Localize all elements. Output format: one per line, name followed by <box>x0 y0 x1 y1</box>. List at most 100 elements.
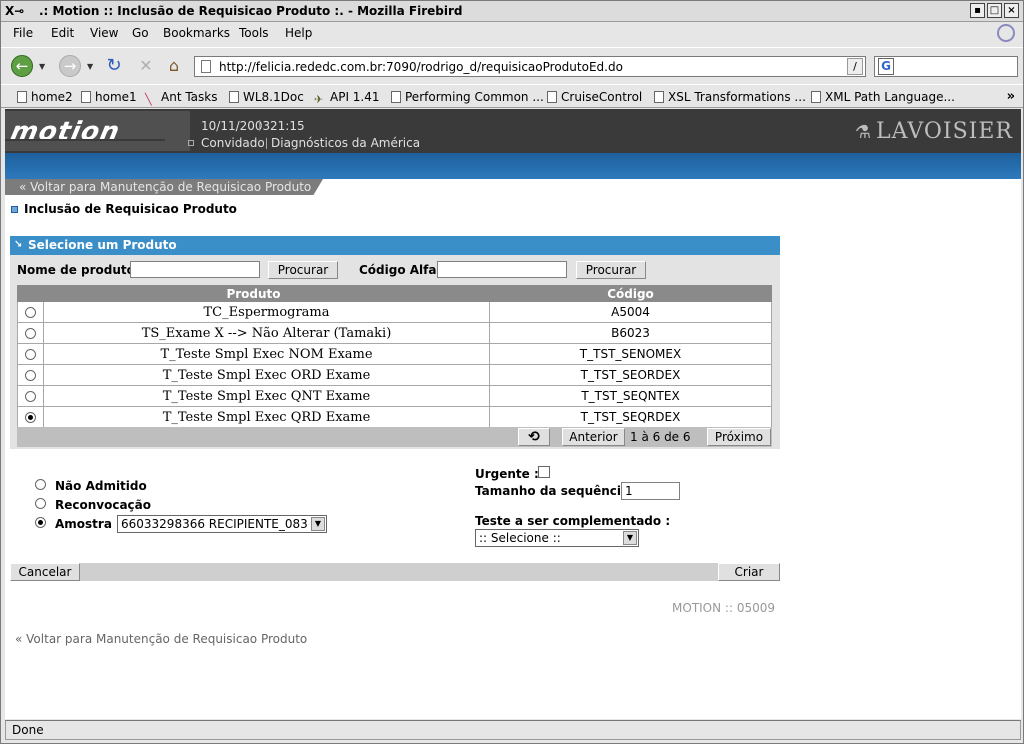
row-produto: T_Teste Smpl Exec QRD Exame <box>43 406 490 428</box>
menu-go[interactable]: Go <box>132 26 149 40</box>
table-row[interactable]: T_Teste Smpl Exec QRD Exame T_TST_SEQRDEX <box>17 406 772 428</box>
stop-icon[interactable]: ✕ <box>135 55 157 77</box>
bookmark-performing-common[interactable]: Performing Common ... <box>391 90 544 104</box>
amostra-select[interactable]: 66033298366 RECIPIENTE_083 ▼ <box>117 515 327 533</box>
product-name-input[interactable] <box>130 261 260 278</box>
back-link-bottom[interactable]: « Voltar para Manutenção de Requisicao P… <box>15 632 307 646</box>
menu-file[interactable]: File <box>13 26 33 40</box>
row-radio[interactable] <box>25 411 36 423</box>
menu-help[interactable]: Help <box>285 26 312 40</box>
url-text[interactable]: http://felicia.rededc.com.br:7090/rodrig… <box>219 60 623 74</box>
reconvocacao-label: Reconvocação <box>55 498 152 512</box>
row-radio[interactable] <box>25 348 36 360</box>
menu-bookmarks[interactable]: Bookmarks <box>163 26 230 40</box>
bookmark-label: home2 <box>31 90 73 104</box>
header-organization: Diagnósticos da América <box>271 136 421 150</box>
bookmark-api141[interactable]: ✈ API 1.41 <box>314 90 380 106</box>
forward-history-dropdown-icon[interactable]: ▼ <box>87 62 93 71</box>
chevron-down-icon[interactable]: ▼ <box>311 517 325 531</box>
bookmark-cruisecontrol[interactable]: CruiseControl <box>547 90 642 104</box>
search-code-button[interactable]: Procurar <box>576 261 646 279</box>
table-row[interactable]: T_Teste Smpl Exec ORD Exame T_TST_SEORDEX <box>17 364 772 386</box>
row-select-radio-cell[interactable] <box>17 301 44 323</box>
back-link-label: Voltar para Manutenção de Requisicao Pro… <box>26 632 308 646</box>
back-link-bar[interactable]: « Voltar para Manutenção de Requisicao P… <box>5 179 323 195</box>
header-user: Convidado <box>201 136 265 150</box>
row-codigo: B6023 <box>489 322 772 344</box>
title-bar[interactable]: X⊸ .: Motion :: Inclusão de Requisicao P… <box>1 1 1023 22</box>
alpha-code-label: Código Alfa : <box>359 263 446 277</box>
row-radio[interactable] <box>25 390 36 402</box>
urgente-checkbox[interactable] <box>538 466 550 478</box>
status-text: Done <box>12 723 44 737</box>
navigation-toolbar: ← ▼ → ▼ ↻ ✕ ⌂ http://felicia.rededc.com.… <box>1 47 1023 83</box>
row-select-radio-cell[interactable] <box>17 343 44 365</box>
close-button[interactable]: × <box>1004 3 1019 18</box>
menu-view[interactable]: View <box>90 26 118 40</box>
motion-logo: motion <box>5 111 190 151</box>
window-title: .: Motion :: Inclusão de Requisicao Prod… <box>39 4 463 18</box>
create-button[interactable]: Criar <box>718 563 780 581</box>
reload-icon[interactable]: ↻ <box>103 55 125 77</box>
back-link-label: Voltar para Manutenção de Requisicao Pro… <box>30 180 312 194</box>
page-icon <box>811 91 821 103</box>
feather-icon: ✈ <box>314 93 324 106</box>
bookmark-ant-tasks[interactable]: ╲ Ant Tasks <box>145 90 217 106</box>
next-page-button[interactable]: Próximo <box>707 428 771 446</box>
more-bookmarks-chevron-icon[interactable]: » <box>1007 89 1015 104</box>
teste-complementado-select[interactable]: :: Selecione :: ▼ <box>475 529 639 547</box>
page-icon <box>391 91 401 103</box>
search-product-button[interactable]: Procurar <box>268 261 338 279</box>
collapse-arrow-icon[interactable]: ↘ <box>14 239 22 250</box>
bookmark-home2[interactable]: home2 <box>17 90 73 104</box>
page-content: motion 10/11/2003 21:15 Convidado Diagnó… <box>5 109 1021 719</box>
header-time: 21:15 <box>270 119 305 133</box>
back-history-dropdown-icon[interactable]: ▼ <box>39 62 45 71</box>
row-select-radio-cell[interactable] <box>17 406 44 428</box>
search-box[interactable]: G <box>874 56 1018 77</box>
menu-edit[interactable]: Edit <box>51 26 74 40</box>
go-icon[interactable]: / <box>847 58 863 75</box>
page-icon <box>229 91 239 103</box>
row-select-radio-cell[interactable] <box>17 385 44 407</box>
row-codigo: A5004 <box>489 301 772 323</box>
bookmark-xsl-transformations[interactable]: XSL Transformations ... <box>654 90 806 104</box>
row-radio[interactable] <box>25 306 36 318</box>
bookmark-home1[interactable]: home1 <box>81 90 137 104</box>
row-radio[interactable] <box>25 369 36 381</box>
reconvocacao-radio[interactable] <box>35 498 46 509</box>
app-menu-icon[interactable]: X⊸ <box>5 4 24 18</box>
maximize-button[interactable]: □ <box>987 3 1002 18</box>
home-icon[interactable]: ⌂ <box>163 55 185 77</box>
teste-complementado-label: Teste a ser complementado : <box>475 514 671 528</box>
chevron-down-icon[interactable]: ▼ <box>623 531 637 545</box>
back-arrow-icon[interactable]: ← <box>11 55 33 77</box>
address-bar[interactable]: http://felicia.rededc.com.br:7090/rodrig… <box>194 56 866 77</box>
amostra-radio[interactable] <box>35 517 46 528</box>
row-select-radio-cell[interactable] <box>17 364 44 386</box>
forward-arrow-icon[interactable]: → <box>59 55 81 77</box>
row-radio[interactable] <box>25 327 36 339</box>
bookmark-label: home1 <box>95 90 137 104</box>
minimize-button[interactable]: ▪ <box>970 3 985 18</box>
refresh-icon[interactable]: ⟲ <box>518 428 550 446</box>
bookmark-wl81doc[interactable]: WL8.1Doc <box>229 90 304 104</box>
google-search-icon[interactable]: G <box>878 58 894 75</box>
cancel-button[interactable]: Cancelar <box>10 563 80 581</box>
alpha-code-input[interactable] <box>437 261 567 278</box>
bookmark-label: CruiseControl <box>561 90 643 104</box>
table-row[interactable]: T_Teste Smpl Exec QNT Exame T_TST_SEQNTEX <box>17 385 772 407</box>
table-row[interactable]: TS_Exame X --> Não Alterar (Tamaki) B6023 <box>17 322 772 344</box>
nao-admitido-radio[interactable] <box>35 479 46 490</box>
previous-page-button[interactable]: Anterior <box>562 428 625 446</box>
row-select-radio-cell[interactable] <box>17 322 44 344</box>
tamanho-input[interactable]: 1 <box>621 482 680 500</box>
select-product-header: ↘ Selecione um Produto <box>10 236 780 255</box>
table-row[interactable]: TC_Espermograma A5004 <box>17 301 772 323</box>
column-header-codigo: Código <box>489 285 772 302</box>
table-row[interactable]: T_Teste Smpl Exec NOM Exame T_TST_SENOMEX <box>17 343 772 365</box>
menu-tools[interactable]: Tools <box>239 26 269 40</box>
back-link-top[interactable]: « Voltar para Manutenção de Requisicao P… <box>19 180 311 194</box>
bookmark-xml-path-language[interactable]: XML Path Language... <box>811 90 955 104</box>
amostra-label: Amostra : <box>55 517 121 531</box>
